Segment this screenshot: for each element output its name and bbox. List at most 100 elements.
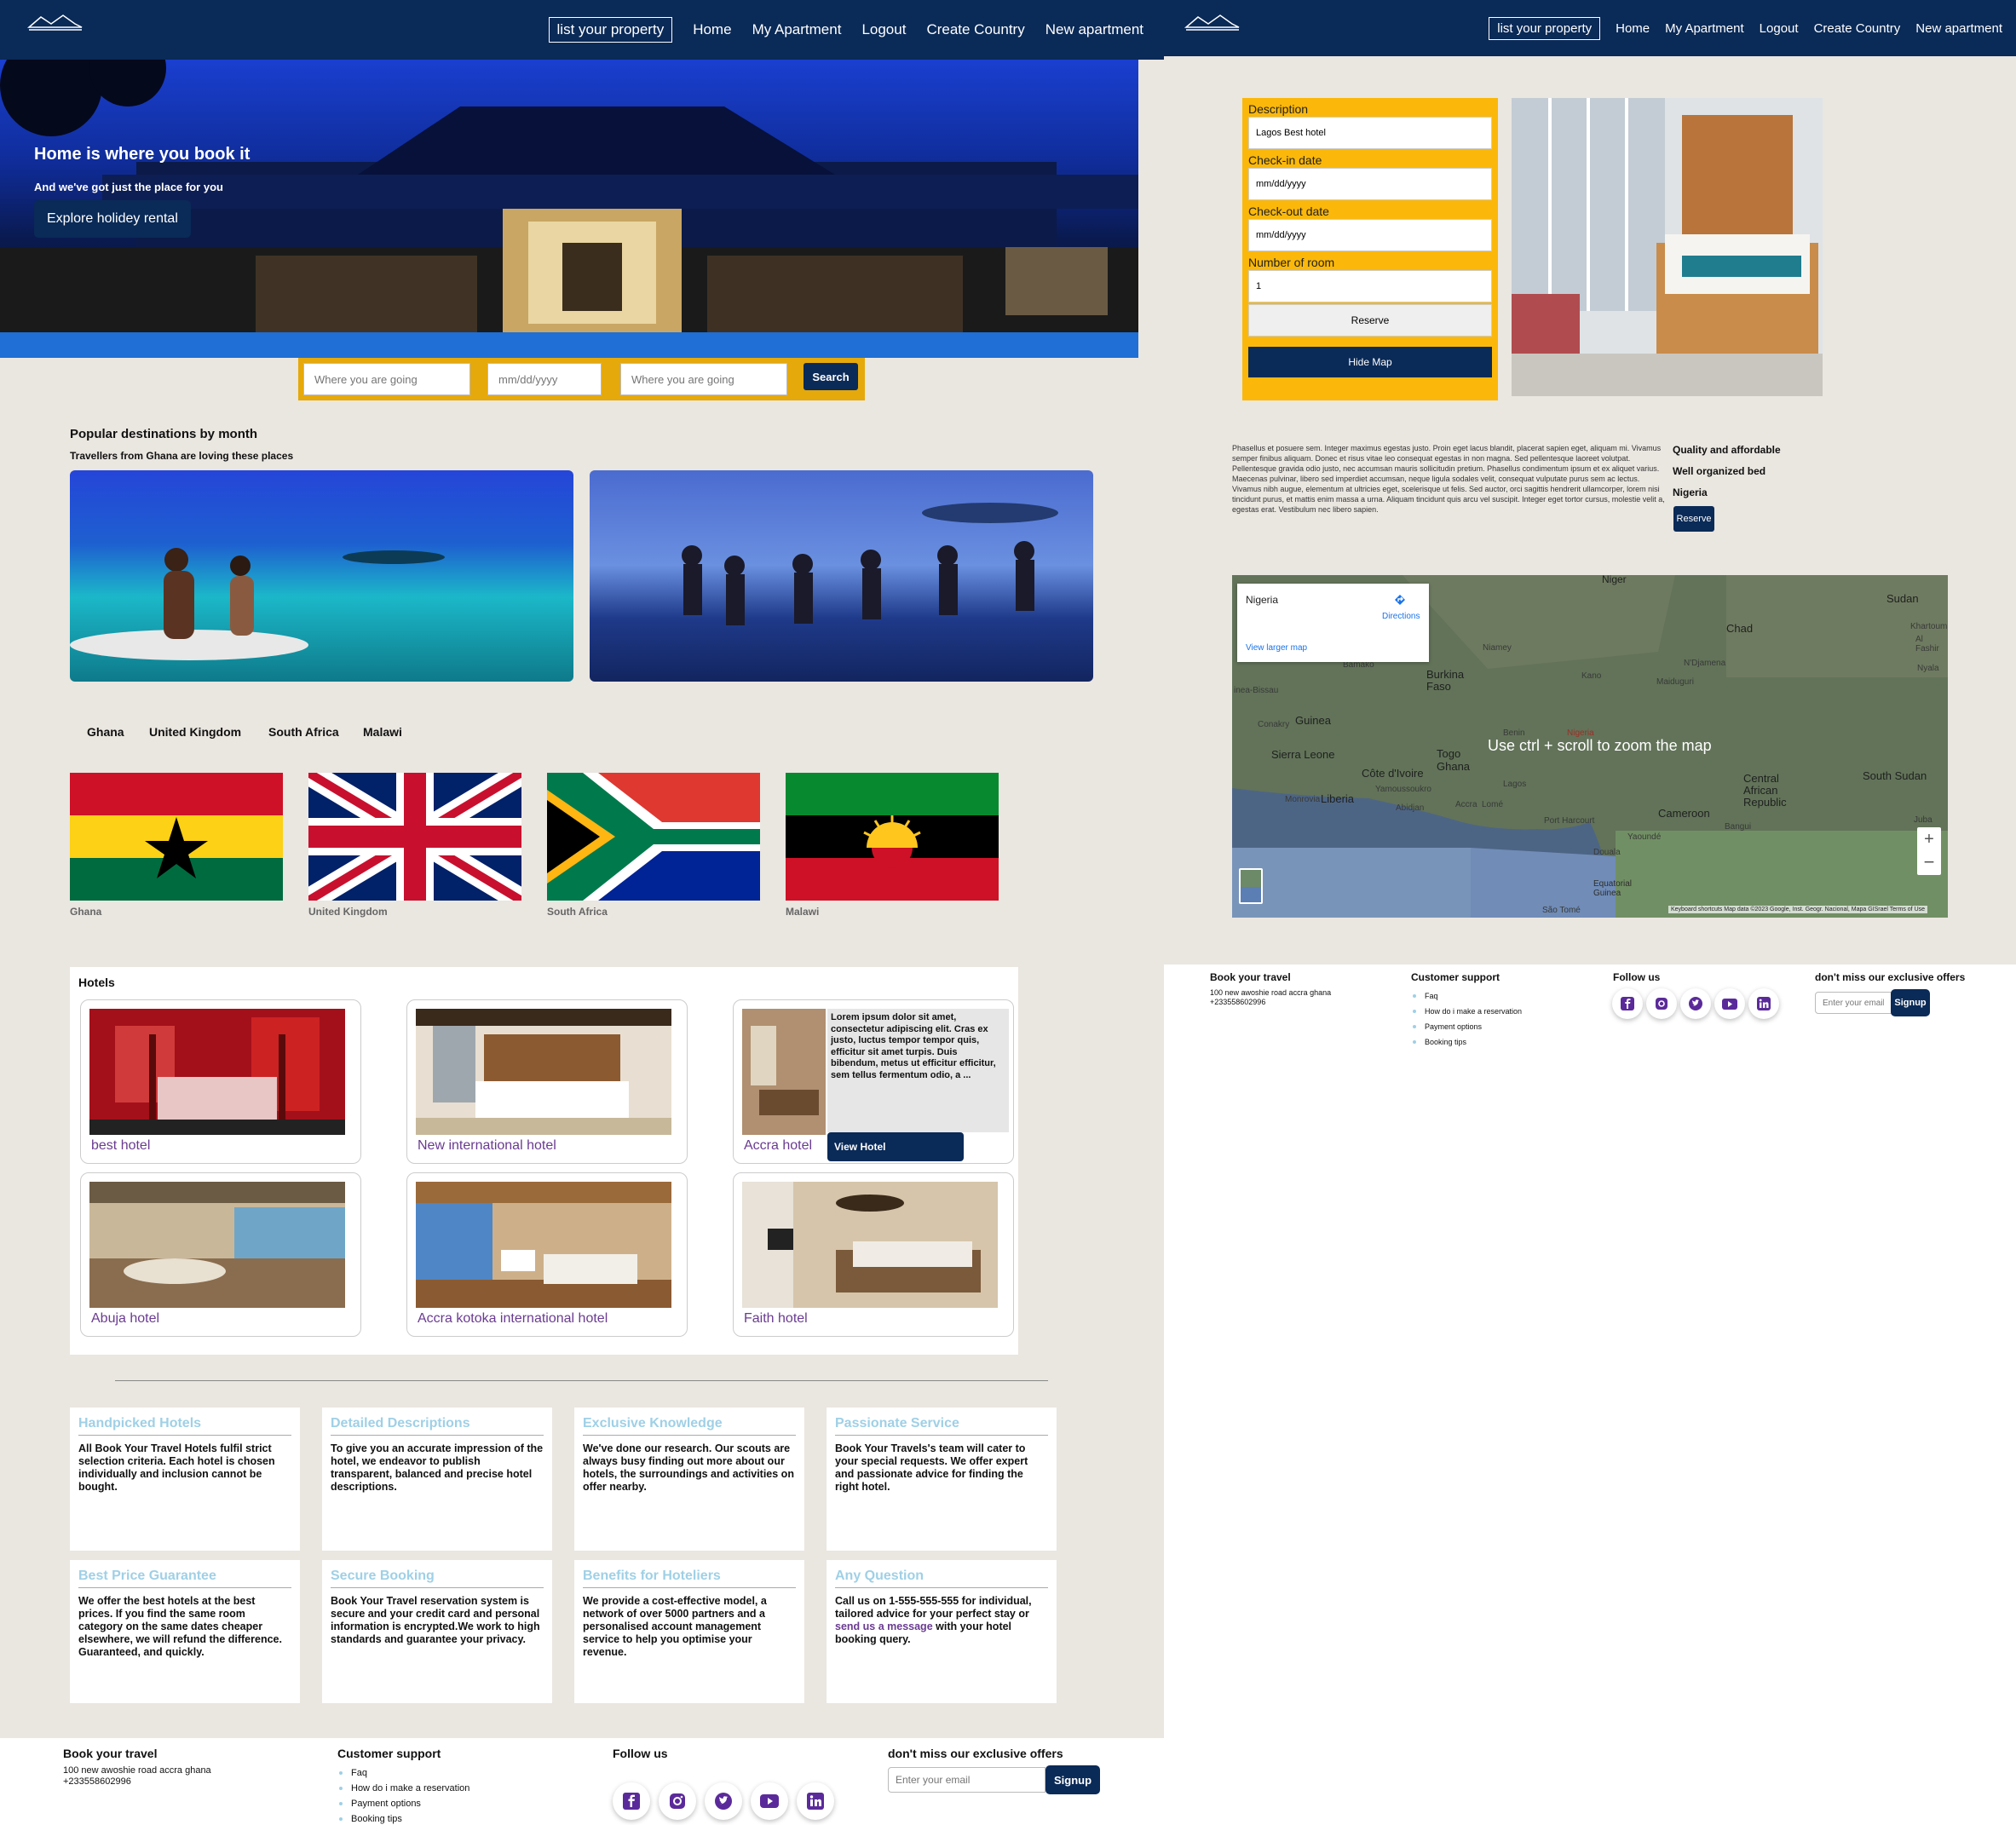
send-message-link[interactable]: send us a message: [835, 1621, 933, 1632]
footer-phone: +233558602996: [1210, 998, 1266, 1006]
youtube-icon[interactable]: [1714, 988, 1745, 1019]
logout-link[interactable]: Logout: [861, 21, 906, 38]
linkedin-icon[interactable]: [797, 1782, 834, 1820]
directions-icon[interactable]: [1394, 594, 1406, 607]
hotel-card[interactable]: Abuja hotel: [80, 1172, 361, 1337]
footer-book-col: Book your travel 100 new awoshie road ac…: [63, 1747, 211, 1788]
destination-photo-beach[interactable]: [70, 470, 573, 682]
footer-link-payment[interactable]: Payment options: [1411, 1019, 1522, 1034]
hotel-country: Nigeria: [1673, 486, 1708, 498]
hotel-image: [416, 1009, 671, 1135]
feature-text: Book Your Travels's team will cater to y…: [835, 1442, 1028, 1493]
my-apartment-link[interactable]: My Apartment: [752, 21, 842, 38]
feature-card: Secure Booking Book Your Travel reservati…: [322, 1560, 552, 1703]
flag-caption: Malawi: [786, 906, 820, 918]
create-country-link[interactable]: Create Country: [926, 21, 1024, 38]
signup-button[interactable]: Signup: [1891, 989, 1930, 1016]
logo-icon[interactable]: [1183, 12, 1242, 32]
footer-link-faq[interactable]: Faq: [1411, 988, 1522, 1004]
footer-support-col: Customer support Faq How do i make a res…: [1411, 971, 1522, 1050]
destination-input-2[interactable]: [620, 363, 787, 395]
map-layer-toggle[interactable]: [1239, 868, 1263, 904]
destination-input[interactable]: [303, 363, 470, 395]
hotel-card[interactable]: best hotel: [80, 999, 361, 1164]
tab-ghana[interactable]: Ghana: [87, 725, 124, 739]
hotel-name[interactable]: Accra kotoka international hotel: [418, 1311, 608, 1327]
list-property-link[interactable]: list your property: [1489, 16, 1601, 40]
instagram-icon[interactable]: [659, 1782, 696, 1820]
email-input[interactable]: [888, 1767, 1045, 1793]
footer-link-tips[interactable]: Booking tips: [1411, 1034, 1522, 1050]
view-larger-map-link[interactable]: View larger map: [1246, 643, 1307, 653]
hotel-description: Lorem ipsum dolor sit amet, consectetur …: [827, 1009, 1009, 1132]
search-button[interactable]: Search: [804, 363, 858, 390]
tab-united-kingdom[interactable]: United Kingdom: [149, 725, 241, 739]
twitter-icon[interactable]: [705, 1782, 742, 1820]
feature-card: Exclusive Knowledge We've done our resear…: [574, 1408, 804, 1551]
reserve-button-small[interactable]: Reserve: [1673, 506, 1714, 532]
hide-map-button[interactable]: Hide Map: [1248, 347, 1492, 377]
feature-title: Any Question: [835, 1569, 1048, 1588]
hotel-card-hovered[interactable]: Lorem ipsum dolor sit amet, consectetur …: [733, 999, 1014, 1164]
feature-text: Call us on 1-555-555-555 for individual,…: [835, 1595, 1048, 1646]
new-apartment-link[interactable]: New apartment: [1915, 21, 2002, 36]
tab-south-africa[interactable]: South Africa: [268, 725, 339, 739]
my-apartment-link[interactable]: My Apartment: [1665, 21, 1744, 36]
logo-icon[interactable]: [26, 12, 85, 32]
hero-banner: Home is where you book it And we've got …: [0, 60, 1138, 358]
home-link[interactable]: Home: [693, 21, 731, 38]
footer-link-tips[interactable]: Booking tips: [337, 1811, 469, 1825]
hotel-name[interactable]: Faith hotel: [744, 1311, 808, 1327]
create-country-link[interactable]: Create Country: [1814, 21, 1901, 36]
email-input[interactable]: [1815, 992, 1892, 1014]
hotel-card[interactable]: Faith hotel: [733, 1172, 1014, 1337]
instagram-icon[interactable]: [1646, 988, 1677, 1019]
list-property-link[interactable]: list your property: [548, 17, 673, 43]
footer: Book your travel 100 new awoshie road ac…: [1164, 964, 2016, 1058]
hotel-card[interactable]: Accra kotoka international hotel: [406, 1172, 688, 1337]
flag-malawi[interactable]: [786, 773, 999, 901]
feature-card: Benefits for Hoteliers We provide a cost-…: [574, 1560, 804, 1703]
home-link[interactable]: Home: [1616, 21, 1650, 36]
signup-button[interactable]: Signup: [1045, 1765, 1100, 1794]
view-hotel-button[interactable]: View Hotel: [827, 1132, 964, 1161]
checkin-label: Check-in date: [1248, 153, 1322, 167]
linkedin-icon[interactable]: [1748, 988, 1779, 1019]
twitter-icon[interactable]: [1680, 988, 1711, 1019]
logout-link[interactable]: Logout: [1760, 21, 1799, 36]
flag-ghana[interactable]: [70, 773, 283, 901]
facebook-icon[interactable]: [1612, 988, 1643, 1019]
footer-offers-title: don't miss our exclusive offers: [888, 1747, 1063, 1760]
footer-link-reservation[interactable]: How do i make a reservation: [1411, 1004, 1522, 1019]
checkout-date-field[interactable]: [1248, 219, 1492, 251]
youtube-icon[interactable]: [751, 1782, 788, 1820]
footer-link-faq[interactable]: Faq: [337, 1765, 469, 1781]
hotel-card[interactable]: New international hotel: [406, 999, 688, 1164]
footer-link-payment[interactable]: Payment options: [337, 1796, 469, 1811]
tab-malawi[interactable]: Malawi: [363, 725, 402, 739]
hero-title: Home is where you book it: [34, 145, 251, 164]
directions-link[interactable]: Directions: [1382, 612, 1420, 621]
zoom-in-icon[interactable]: +: [1917, 827, 1941, 851]
destination-photo-jumping[interactable]: [590, 470, 1093, 682]
rooms-field[interactable]: [1248, 270, 1492, 302]
date-input[interactable]: [487, 363, 602, 395]
hotel-name[interactable]: best hotel: [91, 1138, 150, 1154]
reserve-button[interactable]: Reserve: [1248, 304, 1492, 337]
explore-rental-button[interactable]: Explore holidey rental: [34, 200, 191, 238]
hotel-name[interactable]: New international hotel: [418, 1138, 556, 1154]
new-apartment-link[interactable]: New apartment: [1045, 21, 1143, 38]
hotel-name[interactable]: Accra hotel: [744, 1138, 812, 1154]
zoom-out-icon[interactable]: −: [1917, 851, 1941, 875]
checkin-date-field[interactable]: [1248, 168, 1492, 200]
feature-text: We offer the best hotels at the best pri…: [78, 1595, 282, 1658]
description-field[interactable]: [1248, 117, 1492, 149]
popular-subtitle: Travellers from Ghana are loving these p…: [70, 450, 294, 462]
hotel-name[interactable]: Abuja hotel: [91, 1311, 159, 1327]
flag-united-kingdom[interactable]: [308, 773, 521, 901]
footer-link-reservation[interactable]: How do i make a reservation: [337, 1781, 469, 1796]
footer-offers-title: don't miss our exclusive offers: [1815, 971, 1966, 983]
google-map[interactable]: Niger Sudan Chad Khartoum Niamey N'Djame…: [1232, 575, 1948, 918]
flag-south-africa[interactable]: [547, 773, 760, 901]
facebook-icon[interactable]: [613, 1782, 650, 1820]
